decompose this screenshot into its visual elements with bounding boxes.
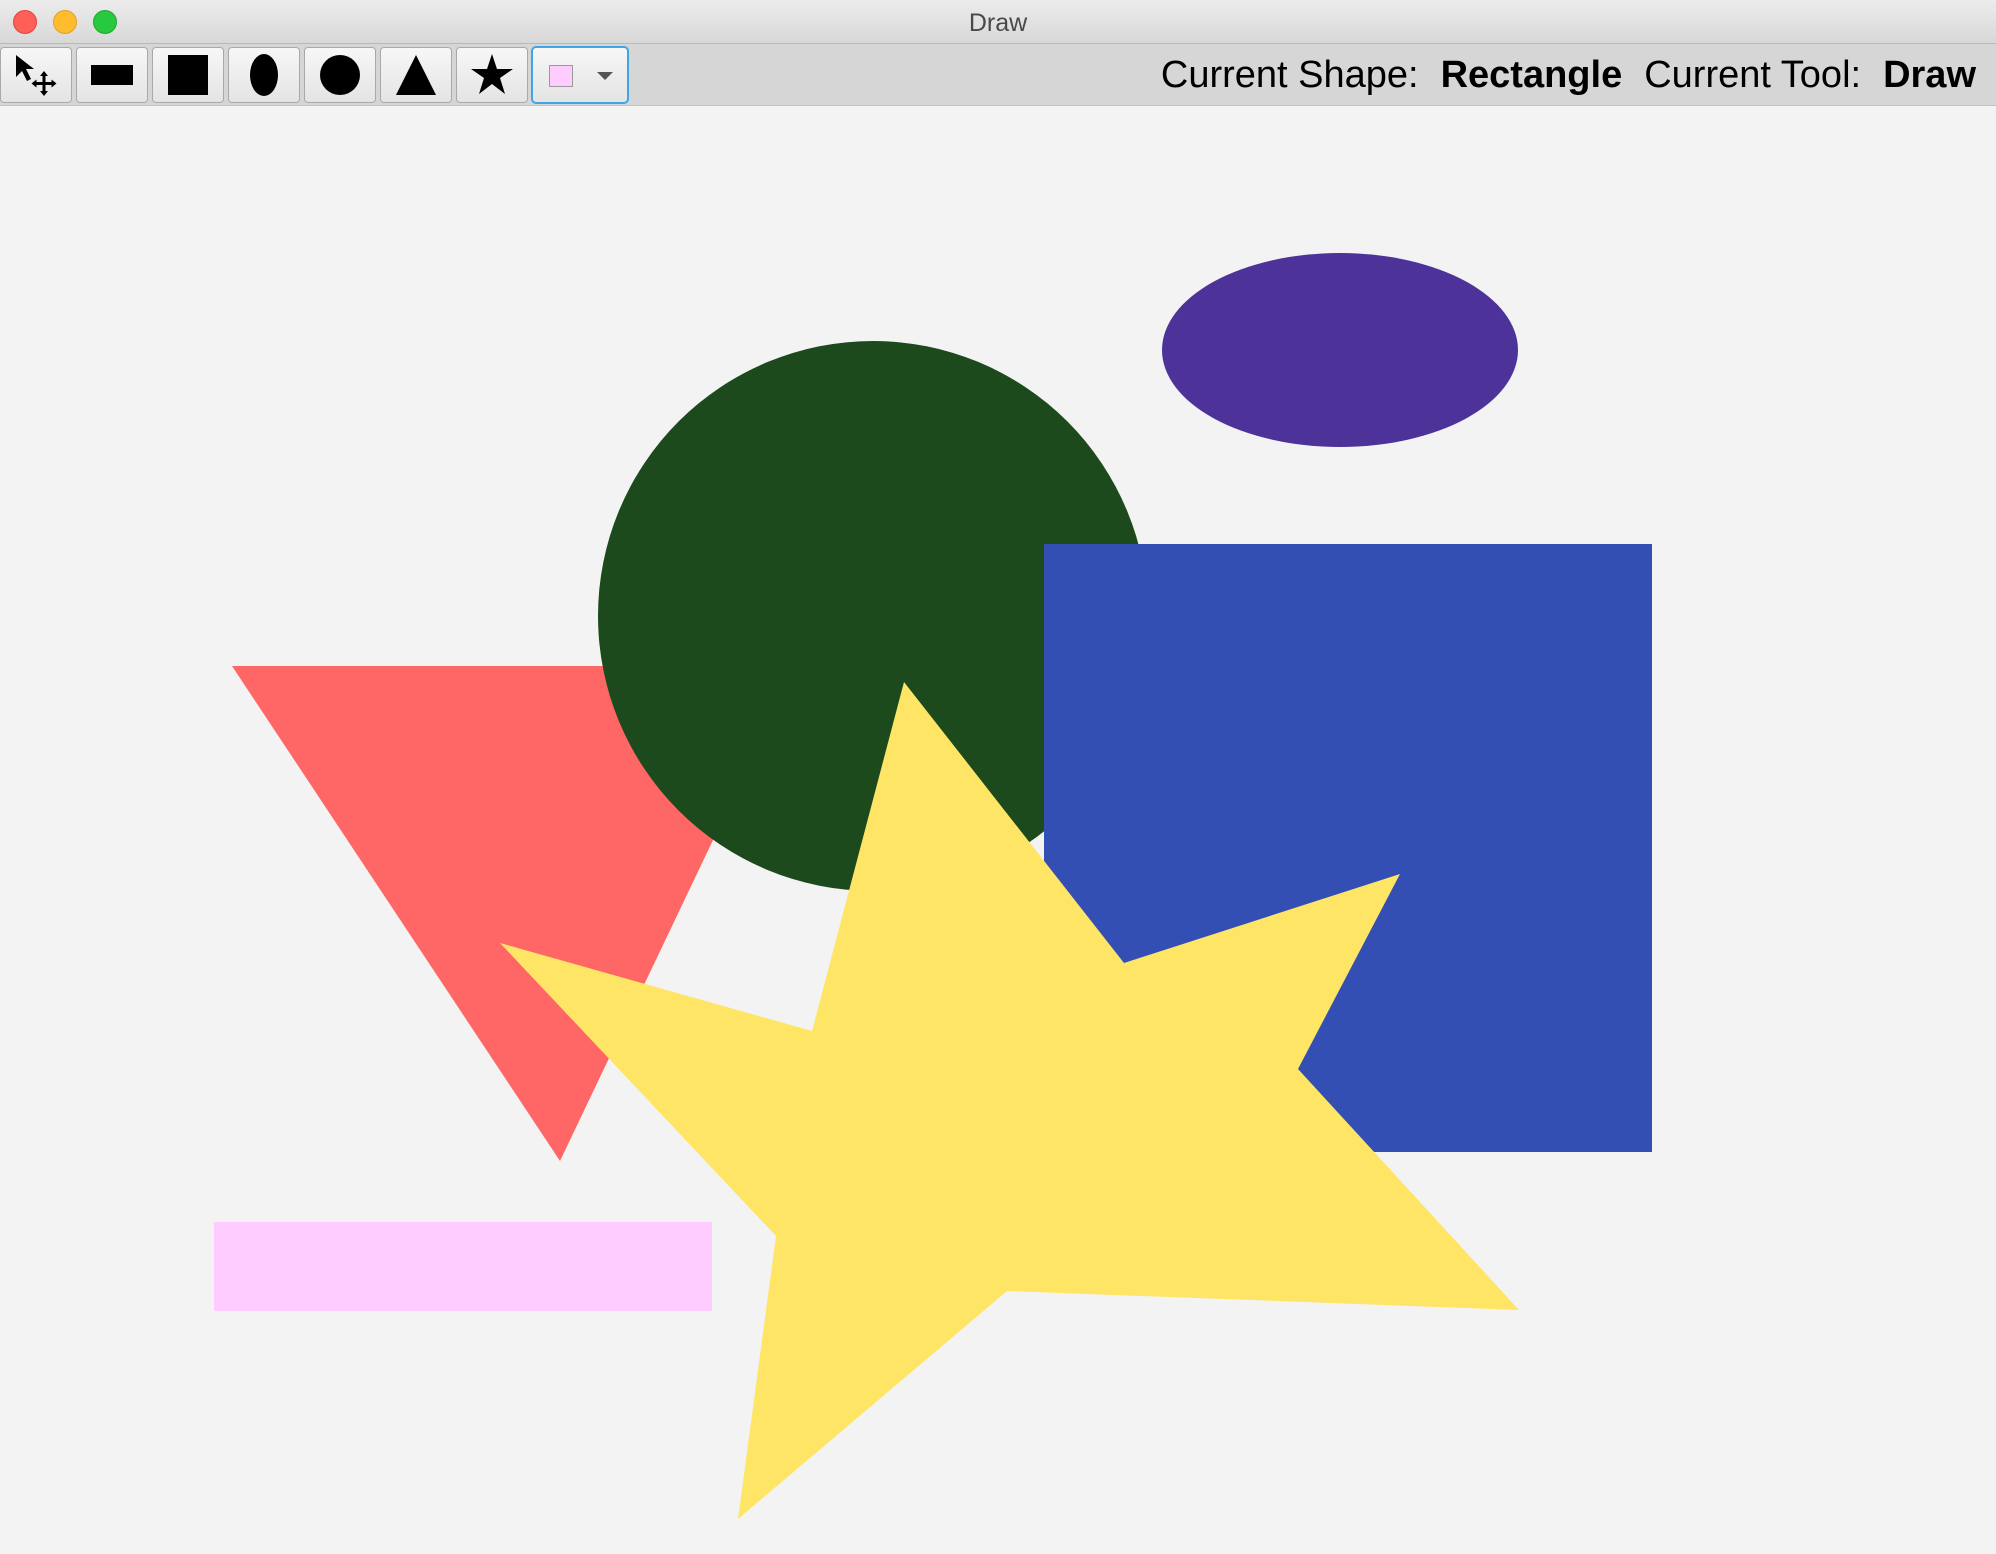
tool-ellipse-button[interactable] (228, 47, 300, 103)
current-shape-label: Current Shape: (1160, 53, 1419, 96)
rectangle-icon (91, 65, 133, 85)
star-icon (471, 54, 513, 94)
ellipse-icon (250, 54, 278, 96)
square-icon (168, 55, 208, 95)
color-picker[interactable] (531, 46, 629, 104)
circle-icon (320, 55, 360, 95)
select-move-icon (16, 55, 57, 96)
canvas-svg[interactable] (0, 106, 1996, 1554)
window-title: Draw (968, 9, 1028, 37)
tool-square-button[interactable] (152, 47, 224, 103)
ellipse-shape[interactable] (1162, 253, 1518, 447)
tool-star-button[interactable] (456, 47, 528, 103)
tool-triangle-button[interactable] (380, 47, 452, 103)
triangle-icon (396, 55, 436, 95)
app-window: Draw Current Shape: Rectangle Current To… (0, 0, 1996, 1554)
rectangle-shape[interactable] (214, 1222, 712, 1311)
color-swatch (549, 65, 573, 87)
tool-circle-button[interactable] (304, 47, 376, 103)
toolbar: Current Shape: Rectangle Current Tool: D… (0, 44, 1996, 106)
status-area: Current Shape: Rectangle Current Tool: D… (1161, 50, 1976, 100)
drawing-canvas[interactable] (0, 106, 1996, 1554)
title-bar: Draw (0, 0, 1996, 44)
current-tool-label: Current Tool: (1644, 53, 1862, 96)
tool-rectangle-button[interactable] (76, 47, 148, 103)
chevron-down-icon (597, 72, 613, 80)
current-tool-value: Draw (1883, 53, 1976, 96)
tool-select-move-button[interactable] (0, 47, 72, 103)
current-shape-value: Rectangle (1440, 53, 1623, 96)
